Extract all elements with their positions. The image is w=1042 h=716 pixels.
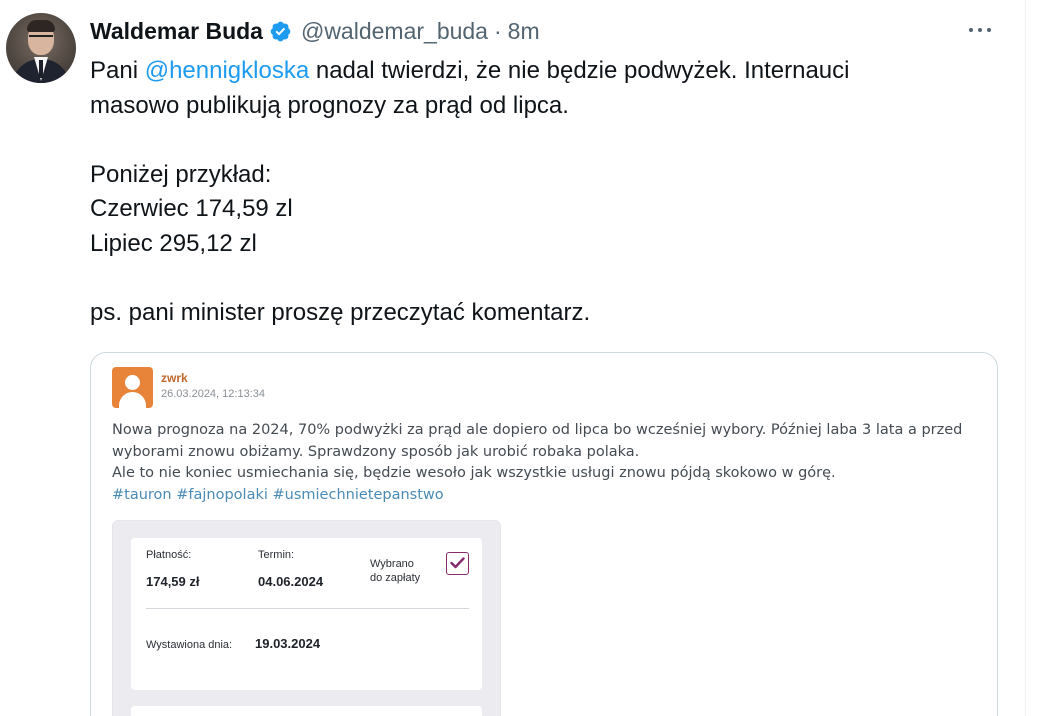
issued-label: Wystawiona dnia: bbox=[146, 639, 233, 651]
embedded-line-1: Nowa prognoza na 2024, 70% podwyżki za p… bbox=[112, 422, 963, 438]
invoice-screenshot: Płatność: 174,59 zł Termin: 04.06.2024 W… bbox=[112, 520, 501, 716]
invoice-card: Płatność: 174,59 zł Termin: 04.06.2024 W… bbox=[131, 538, 482, 690]
author-name[interactable]: Waldemar Buda bbox=[90, 18, 263, 45]
payment-label: Płatność: bbox=[146, 549, 192, 561]
mention-link[interactable]: @hennigkloska bbox=[145, 57, 309, 84]
embedded-line-3: Ale to nie koniec usmiechania się, będzi… bbox=[112, 465, 836, 481]
more-options-icon[interactable] bbox=[960, 14, 1000, 46]
header-separator: · bbox=[493, 17, 502, 44]
tweet-line-5: Lipiec 295,12 zl bbox=[90, 229, 257, 257]
tweet-line-3: Poniżej przykład: bbox=[90, 160, 272, 188]
embedded-hashtags: #tauron #fajnopolaki #usmiechnietepanstw… bbox=[112, 485, 992, 507]
selected-label: Wybrano bbox=[370, 558, 414, 570]
due-date-label: Termin: bbox=[258, 549, 295, 561]
author-handle[interactable]: @waldemar_buda bbox=[301, 18, 488, 45]
verified-badge-icon[interactable] bbox=[269, 20, 292, 43]
checkbox-checked-icon bbox=[446, 552, 469, 575]
tweet-media-image[interactable]: zwrk 26.03.2024, 12:13:34 Nowa prognoza … bbox=[90, 352, 998, 716]
hashtag: #tauron bbox=[112, 486, 172, 503]
user-avatar-icon bbox=[112, 367, 153, 408]
embedded-line-2: wyborami znowu obiżamy. Sprawdzony sposó… bbox=[112, 443, 640, 460]
hashtag: #usmiechnietepanstwo bbox=[272, 486, 444, 503]
invoice-divider bbox=[146, 608, 469, 609]
timeline-border bbox=[1025, 0, 1026, 716]
embedded-post-text: Nowa prognoza na 2024, 70% podwyżki za p… bbox=[112, 420, 992, 506]
invoice-card-next bbox=[131, 706, 482, 716]
tweet-line-1: Pani @hennigkloska nadal twierdzi, że ni… bbox=[90, 57, 850, 84]
tweet-line-2: masowo publikują prognozy za prąd od lip… bbox=[90, 91, 569, 119]
due-date-value: 04.06.2024 bbox=[258, 574, 324, 589]
tweet-text: Pani @hennigkloska nadal twierdzi, że ni… bbox=[90, 54, 1010, 330]
payment-value: 174,59 zł bbox=[146, 574, 200, 589]
selected-label-2: do zapłaty bbox=[370, 572, 421, 584]
tweet-timestamp[interactable]: 8m bbox=[508, 18, 540, 45]
issued-value: 19.03.2024 bbox=[255, 636, 321, 651]
tweet-line-4: Czerwiec 174,59 zl bbox=[90, 195, 293, 222]
hashtag: #fajnopolaki bbox=[176, 486, 268, 503]
embedded-username: zwrk bbox=[161, 371, 188, 385]
tweet-header: Waldemar Buda @waldemar_buda · 8m bbox=[90, 16, 540, 46]
embedded-date: 26.03.2024, 12:13:34 bbox=[161, 388, 265, 400]
author-avatar[interactable] bbox=[6, 13, 76, 83]
tweet-line-6: ps. pani minister proszę przeczytać kome… bbox=[90, 298, 591, 326]
